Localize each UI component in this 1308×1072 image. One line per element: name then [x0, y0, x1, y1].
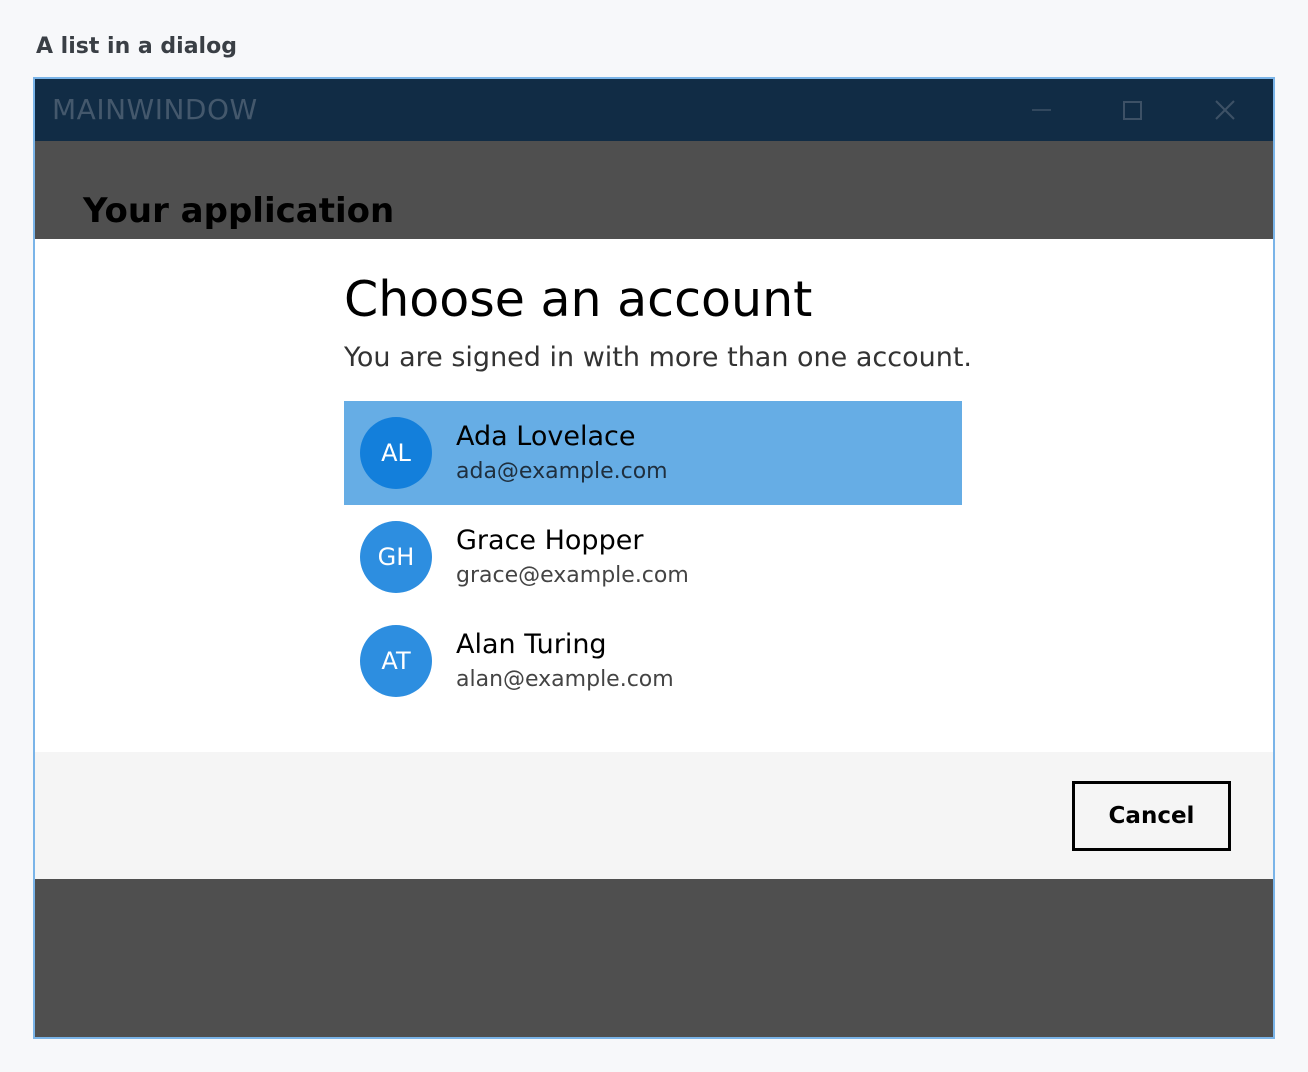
maximize-button[interactable] — [1087, 79, 1179, 141]
account-list-item[interactable]: AL Ada Lovelace ada@example.com — [344, 401, 962, 505]
account-name: Ada Lovelace — [456, 421, 636, 452]
avatar: AL — [360, 417, 432, 489]
account-name: Grace Hopper — [456, 525, 644, 556]
page-caption: A list in a dialog — [36, 34, 237, 59]
title-bar: MAINWINDOW — [35, 79, 1273, 141]
maximize-icon — [1123, 101, 1142, 120]
dialog-subtitle: You are signed in with more than one acc… — [344, 342, 973, 373]
account-email: grace@example.com — [456, 563, 689, 588]
account-email: ada@example.com — [456, 459, 668, 484]
account-list-item[interactable]: GH Grace Hopper grace@example.com — [344, 505, 962, 609]
window-title: MAINWINDOW — [52, 93, 258, 126]
account-email: alan@example.com — [456, 667, 674, 692]
account-dialog: Choose an account You are signed in with… — [35, 239, 1273, 879]
close-icon — [1215, 100, 1235, 120]
close-button[interactable] — [1179, 79, 1271, 141]
main-window: MAINWINDOW Your application Choose an ac… — [33, 77, 1275, 1039]
account-name: Alan Turing — [456, 629, 607, 660]
avatar: AT — [360, 625, 432, 697]
minimize-button[interactable] — [995, 79, 1087, 141]
dialog-footer: Cancel — [35, 752, 1273, 879]
app-header: Your application — [83, 191, 395, 231]
cancel-button[interactable]: Cancel — [1072, 781, 1231, 851]
dialog-title: Choose an account — [344, 271, 813, 328]
avatar: GH — [360, 521, 432, 593]
minimize-icon — [1032, 109, 1051, 111]
dialog-content: Choose an account You are signed in with… — [35, 239, 1273, 752]
account-list: AL Ada Lovelace ada@example.com GH Grace… — [344, 401, 962, 713]
account-list-item[interactable]: AT Alan Turing alan@example.com — [344, 609, 962, 713]
